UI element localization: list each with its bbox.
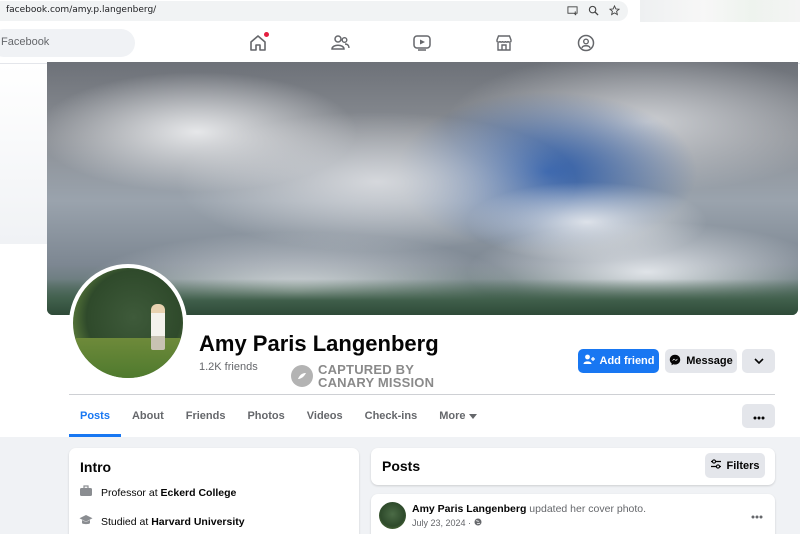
search-box[interactable]: Facebook [0, 29, 135, 57]
add-person-icon [583, 354, 595, 368]
tab-videos[interactable]: Videos [296, 396, 354, 436]
watermark-text: CAPTURED BY CANARY MISSION [318, 363, 434, 389]
chevron-down-icon [753, 355, 764, 367]
watermark-line-2: CANARY MISSION [318, 375, 435, 390]
posts-title: Posts [382, 458, 421, 474]
profile-options-button[interactable] [742, 349, 775, 373]
groups-icon[interactable] [575, 32, 597, 54]
intro-card: Intro Professor at Eckerd College Studie… [69, 448, 359, 534]
intro-work-row: Professor at Eckerd College [79, 485, 236, 500]
intro-education-place[interactable]: Harvard University [151, 516, 244, 528]
url-text[interactable]: facebook.com/amy.p.langenberg/ [6, 5, 156, 15]
add-friend-button[interactable]: Add friend [578, 349, 659, 373]
friends-icon[interactable] [329, 32, 351, 54]
post-header-text: Amy Paris Langenberg updated her cover p… [412, 503, 646, 515]
facebook-top-nav: Facebook [0, 22, 800, 64]
tab-label: More [439, 410, 466, 422]
left-margin [0, 64, 47, 244]
tab-more[interactable]: More [428, 396, 488, 436]
messenger-icon [669, 354, 681, 369]
tab-photos[interactable]: Photos [236, 396, 295, 436]
post-date[interactable]: July 23, 2024 · [412, 518, 471, 528]
tab-posts[interactable]: Posts [69, 396, 121, 437]
intro-education-text: Studied at Harvard University [101, 515, 245, 528]
tab-label: About [131, 410, 164, 422]
canary-bird-icon [291, 365, 313, 387]
tab-about[interactable]: About [121, 396, 175, 436]
post-action-text: updated her cover photo. [529, 503, 647, 515]
bookmark-star-icon[interactable] [608, 4, 620, 16]
post-author-avatar[interactable] [379, 502, 406, 529]
more-dots-icon [753, 407, 765, 425]
zoom-icon[interactable] [587, 4, 599, 16]
globe-icon [474, 518, 482, 528]
header-divider [69, 394, 775, 395]
tabs-more-button[interactable] [742, 404, 775, 428]
notification-dot [264, 32, 269, 37]
marketplace-icon[interactable] [493, 32, 515, 54]
add-friend-label: Add friend [599, 355, 655, 367]
tab-label: Photos [247, 410, 285, 422]
message-button[interactable]: Message [665, 349, 737, 373]
message-label: Message [686, 355, 733, 367]
posts-header-card: Posts Filters [371, 448, 775, 485]
home-icon[interactable] [247, 32, 269, 54]
tab-friends[interactable]: Friends [175, 396, 237, 436]
post-options-icon[interactable] [751, 506, 763, 524]
canary-mission-watermark: CAPTURED BY CANARY MISSION [291, 363, 434, 389]
intro-work-place[interactable]: Eckerd College [161, 487, 237, 499]
post-date-row: July 23, 2024 · [412, 518, 482, 528]
tab-check-ins[interactable]: Check-ins [354, 396, 429, 436]
tab-label: Videos [306, 410, 343, 422]
install-app-icon[interactable] [566, 4, 578, 16]
intro-work-text: Professor at Eckerd College [101, 486, 237, 499]
post-author-name[interactable]: Amy Paris Langenberg [412, 503, 526, 515]
graduation-cap-icon [79, 514, 93, 529]
intro-title: Intro [80, 459, 112, 475]
address-box[interactable]: facebook.com/amy.p.langenberg/ [0, 1, 628, 21]
tab-label: Friends [185, 410, 226, 422]
profile-picture[interactable] [69, 264, 187, 382]
url-bar-icons [566, 4, 620, 16]
tab-label: Posts [80, 410, 110, 422]
caret-down-icon [469, 410, 478, 422]
tab-label: Check-ins [364, 410, 418, 422]
search-text: Facebook [1, 36, 50, 48]
filters-icon [710, 459, 722, 472]
browser-url-bar: facebook.com/amy.p.langenberg/ [0, 0, 640, 22]
briefcase-icon [79, 485, 93, 500]
friends-count[interactable]: 1.2K friends [199, 361, 258, 373]
post-card: Amy Paris Langenberg updated her cover p… [371, 494, 775, 534]
profile-name: Amy Paris Langenberg [199, 331, 439, 356]
filters-label: Filters [726, 459, 760, 472]
watch-icon[interactable] [411, 32, 433, 54]
avatar-person [151, 304, 165, 350]
intro-education-row: Studied at Harvard University [79, 514, 245, 529]
avatar-garden [73, 338, 183, 378]
browser-extension-area [640, 0, 800, 22]
profile-tabs: Posts About Friends Photos Videos Check-… [69, 396, 488, 437]
filters-button[interactable]: Filters [705, 453, 765, 478]
